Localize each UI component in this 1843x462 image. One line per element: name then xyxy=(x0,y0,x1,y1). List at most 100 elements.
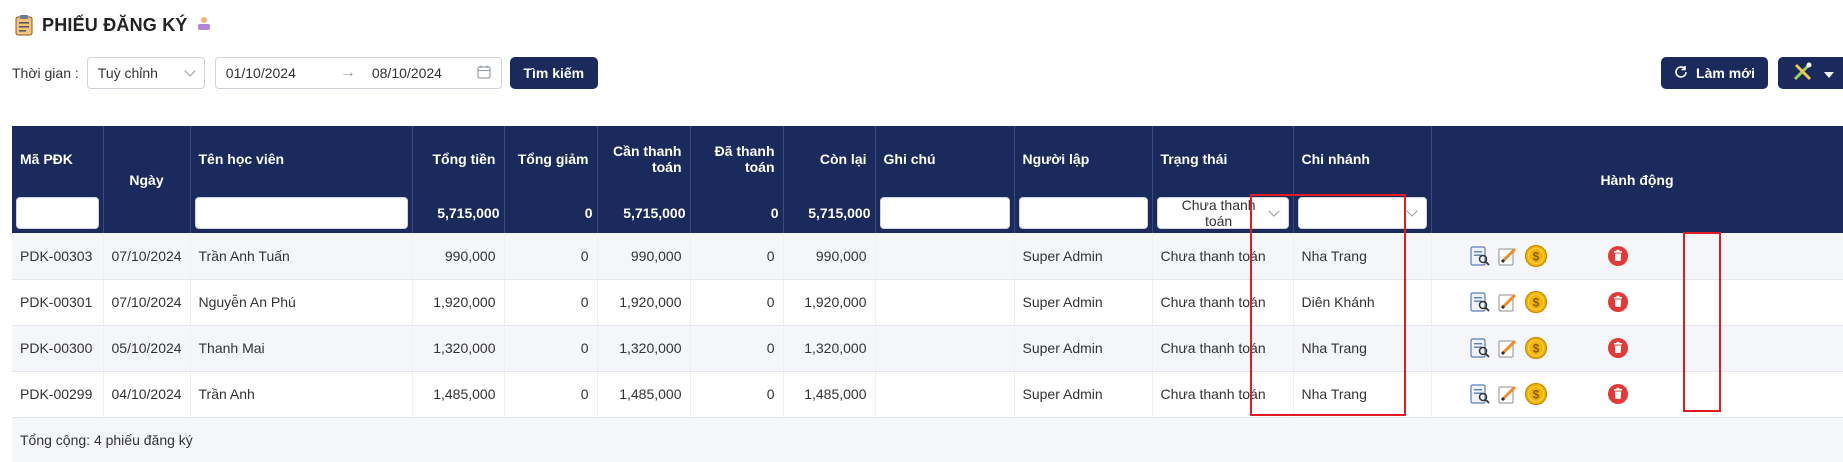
cell-status: Chưa thanh toán xyxy=(1152,233,1294,280)
creator-filter-input[interactable] xyxy=(1018,196,1148,229)
date-from[interactable]: 01/10/2024 xyxy=(226,65,296,81)
table-row[interactable]: PDK-00303 07/10/2024 Trần Anh Tuấn 990,0… xyxy=(12,233,1843,280)
svg-text:$: $ xyxy=(1532,296,1539,310)
to-pay-sum: 5,715,000 xyxy=(597,192,691,233)
status-filter-cell: Chưa thanh toán xyxy=(1152,192,1294,233)
cell-total: 990,000 xyxy=(412,233,505,280)
cell-branch: Diên Khánh xyxy=(1293,279,1432,326)
remaining-sum: 5,715,000 xyxy=(783,192,876,233)
col-creator[interactable]: Người lập xyxy=(1014,126,1153,192)
tools-dropdown-button[interactable] xyxy=(1778,57,1843,89)
cell-note xyxy=(875,325,1015,372)
cell-actions: $ xyxy=(1431,279,1843,326)
view-details-icon[interactable] xyxy=(1468,382,1492,406)
registration-table: Mã PĐK Ngày Tên học viên Tổng tiền Tổng … xyxy=(12,126,1843,462)
creator-filter-cell xyxy=(1014,192,1153,233)
note-filter-input[interactable] xyxy=(879,196,1010,229)
status-filter-value: Chưa thanh toán xyxy=(1181,196,1256,229)
cell-code: PDK-00301 xyxy=(12,279,104,326)
col-date[interactable]: Ngày xyxy=(103,126,191,233)
date-range-picker[interactable]: 01/10/2024 → 08/10/2024 xyxy=(214,57,502,89)
col-code[interactable]: Mã PĐK xyxy=(12,126,104,192)
edit-icon[interactable] xyxy=(1496,382,1520,406)
cell-branch: Nha Trang xyxy=(1293,371,1432,418)
note-filter-cell xyxy=(875,192,1015,233)
user-badge-icon xyxy=(196,15,212,36)
cell-status: Chưa thanh toán xyxy=(1152,371,1294,418)
cell-paid: 0 xyxy=(690,279,784,326)
cell-discount: 0 xyxy=(504,233,598,280)
cell-status: Chưa thanh toán xyxy=(1152,325,1294,372)
cell-note xyxy=(875,279,1015,326)
refresh-button[interactable]: Làm mới xyxy=(1661,57,1768,89)
cell-total: 1,320,000 xyxy=(412,325,505,372)
cell-date: 07/10/2024 xyxy=(103,233,191,280)
cell-date: 04/10/2024 xyxy=(103,371,191,418)
cell-to-pay: 1,320,000 xyxy=(597,325,691,372)
cell-creator: Super Admin xyxy=(1014,325,1153,372)
cell-to-pay: 1,920,000 xyxy=(597,279,691,326)
edit-icon[interactable] xyxy=(1496,290,1520,314)
status-filter-select[interactable]: Chưa thanh toán xyxy=(1156,196,1289,229)
cell-actions: $ xyxy=(1431,371,1843,418)
branch-filter-select[interactable] xyxy=(1297,196,1427,229)
payment-coin-icon[interactable]: $ xyxy=(1524,336,1548,360)
cell-remaining: 1,320,000 xyxy=(783,325,876,372)
total-sum: 5,715,000 xyxy=(412,192,505,233)
payment-coin-icon[interactable]: $ xyxy=(1524,290,1548,314)
cell-remaining: 1,920,000 xyxy=(783,279,876,326)
col-remaining[interactable]: Còn lại xyxy=(783,126,876,192)
col-student[interactable]: Tên học viên xyxy=(190,126,413,192)
payment-coin-icon[interactable]: $ xyxy=(1524,244,1548,268)
view-details-icon[interactable] xyxy=(1468,336,1492,360)
col-total[interactable]: Tổng tiền xyxy=(412,126,505,192)
delete-icon[interactable] xyxy=(1606,382,1630,406)
arrow-right-icon: → xyxy=(339,64,356,81)
cell-student: Nguyễn An Phú xyxy=(190,279,413,326)
delete-icon[interactable] xyxy=(1606,244,1630,268)
period-select[interactable]: Tuỳ chỉnh xyxy=(86,57,205,89)
col-discount[interactable]: Tổng giảm xyxy=(504,126,598,192)
view-details-icon[interactable] xyxy=(1468,290,1492,314)
col-status[interactable]: Trạng thái xyxy=(1152,126,1294,192)
student-filter-input[interactable] xyxy=(194,196,408,229)
refresh-label: Làm mới xyxy=(1696,65,1755,81)
cell-creator: Super Admin xyxy=(1014,233,1153,280)
page-title: PHIẾU ĐĂNG KÝ xyxy=(42,14,188,35)
cell-actions: $ xyxy=(1431,233,1843,280)
view-details-icon[interactable] xyxy=(1468,244,1492,268)
table-row[interactable]: PDK-00301 07/10/2024 Nguyễn An Phú 1,920… xyxy=(12,279,1843,326)
table-row[interactable]: PDK-00299 04/10/2024 Trần Anh 1,485,000 … xyxy=(12,371,1843,418)
col-paid[interactable]: Đã thanh toán xyxy=(690,126,784,192)
calendar-icon[interactable] xyxy=(477,65,491,82)
col-note[interactable]: Ghi chú xyxy=(875,126,1015,192)
cell-date: 05/10/2024 xyxy=(103,325,191,372)
col-to-pay[interactable]: Cần thanh toán xyxy=(597,126,691,192)
col-branch[interactable]: Chi nhánh xyxy=(1293,126,1432,192)
col-actions: Hành động xyxy=(1431,126,1843,233)
filter-bar: Thời gian : Tuỳ chỉnh 01/10/2024 → 08/10… xyxy=(12,57,598,89)
cell-discount: 0 xyxy=(504,325,598,372)
table-footer: Tổng cộng: 4 phiếu đăng ký xyxy=(12,417,1843,462)
cell-remaining: 990,000 xyxy=(783,233,876,280)
cell-student: Trần Anh Tuấn xyxy=(190,233,413,280)
cell-total: 1,920,000 xyxy=(412,279,505,326)
time-label: Thời gian : xyxy=(12,65,79,81)
cell-creator: Super Admin xyxy=(1014,371,1153,418)
clipboard-icon xyxy=(14,14,34,36)
cell-status: Chưa thanh toán xyxy=(1152,279,1294,326)
edit-icon[interactable] xyxy=(1496,336,1520,360)
edit-icon[interactable] xyxy=(1496,244,1520,268)
chevron-down-icon xyxy=(184,65,196,77)
search-button[interactable]: Tìm kiếm xyxy=(509,57,598,89)
table-row[interactable]: PDK-00300 05/10/2024 Thanh Mai 1,320,000… xyxy=(12,325,1843,372)
caret-down-icon xyxy=(1824,65,1834,81)
code-filter-cell xyxy=(12,192,104,233)
payment-coin-icon[interactable]: $ xyxy=(1524,382,1548,406)
date-to[interactable]: 08/10/2024 xyxy=(372,65,442,81)
code-filter-input[interactable] xyxy=(16,196,99,229)
cell-creator: Super Admin xyxy=(1014,279,1153,326)
delete-icon[interactable] xyxy=(1606,336,1630,360)
delete-icon[interactable] xyxy=(1606,290,1630,314)
cell-paid: 0 xyxy=(690,233,784,280)
